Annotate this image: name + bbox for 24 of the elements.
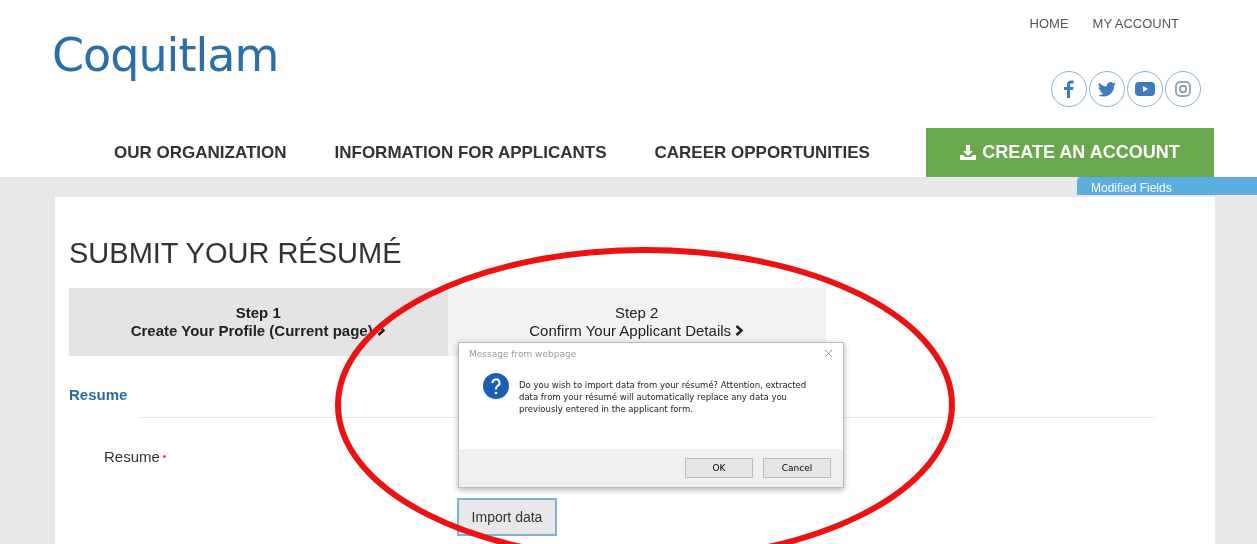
top-link[interactable]: MY ACCOUNT — [1092, 16, 1179, 31]
import-data-button[interactable]: Import data — [457, 498, 557, 536]
download-icon — [960, 145, 977, 160]
chevron-icon — [735, 325, 745, 336]
logo[interactable]: Coquitlam — [52, 28, 279, 92]
play-icon — [1135, 82, 1155, 96]
top-link[interactable]: HOME — [1029, 16, 1069, 31]
nav-link[interactable]: CAREER OPPORTUNITIES — [654, 142, 870, 163]
required-mark: • — [162, 451, 167, 462]
close-icon[interactable] — [824, 349, 833, 358]
nav-link[interactable]: INFORMATION FOR APPLICANTS — [334, 142, 607, 163]
dialog-title: Message from webpage — [469, 349, 577, 359]
bird-icon — [1098, 81, 1116, 97]
field-label: Resume — [104, 448, 160, 465]
dialog-button[interactable]: OK — [685, 458, 753, 478]
dialog-button[interactable]: Cancel — [763, 458, 831, 478]
question-icon — [483, 373, 509, 399]
camera-icon — [1175, 81, 1191, 97]
section-title: Resume — [69, 386, 128, 403]
chevron-icon — [376, 325, 386, 336]
facebook-icon — [1064, 80, 1074, 98]
page-title: SUBMIT YOUR RÉSUMÉ — [69, 237, 403, 270]
nav-link[interactable]: OUR ORGANIZATION — [114, 142, 287, 163]
dialog-message: Do you wish to import data from your résumé? Attention, extracted data from your résumé will automatically replace any data you previously entered in the applicant form. — [519, 379, 808, 416]
